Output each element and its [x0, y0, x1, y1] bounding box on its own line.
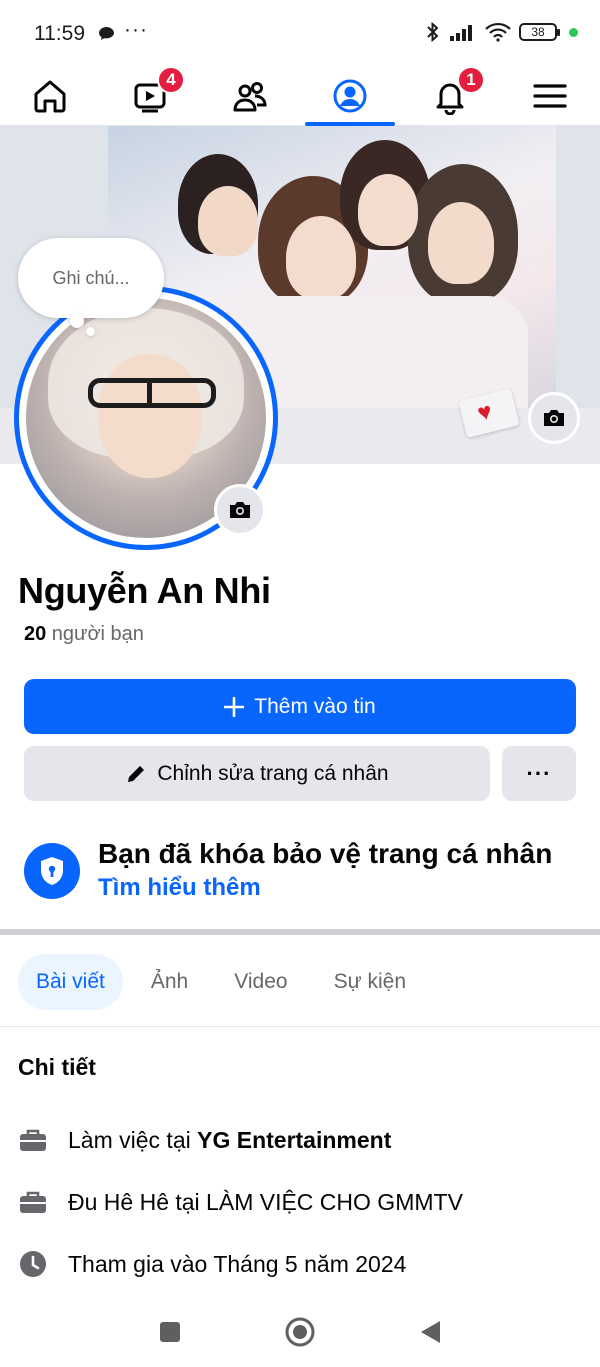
back-button[interactable]	[410, 1312, 450, 1352]
friends-count-number: 20	[24, 623, 47, 645]
note-bubble-tail-small	[86, 327, 95, 336]
detail-work-prefix: Làm việc tại	[68, 1126, 198, 1153]
signal-icon	[450, 25, 472, 41]
wifi-icon	[485, 22, 511, 42]
edit-avatar-button[interactable]	[214, 484, 266, 536]
home-button[interactable]	[280, 1312, 320, 1352]
shield-lock-icon	[24, 843, 80, 899]
notification-badge: 1	[457, 66, 485, 94]
menu-icon	[533, 84, 567, 108]
edit-profile-label: Chỉnh sửa trang cá nhân	[157, 761, 389, 785]
tab-video[interactable]: 4	[105, 66, 195, 126]
profile-tabs: Bài viết Ảnh Video Sự kiện	[18, 954, 424, 1010]
tab-posts[interactable]: Bài viết	[18, 954, 123, 1010]
briefcase-icon	[18, 1187, 48, 1217]
tabs-divider	[0, 1026, 600, 1027]
status-time: 11:59	[34, 22, 85, 45]
learn-more-link[interactable]: Tìm hiểu thêm	[98, 874, 261, 902]
detail-joined: Tham gia vào Tháng 5 năm 2024	[18, 1246, 406, 1282]
tab-photos[interactable]: Ảnh	[133, 954, 206, 1010]
plus-icon	[224, 696, 245, 717]
edit-profile-button[interactable]: Chỉnh sửa trang cá nhân	[24, 746, 490, 801]
details-heading: Chi tiết	[18, 1054, 96, 1080]
tab-home[interactable]	[5, 66, 95, 126]
detail-work-2: Đu Hê Hê tại LÀM VIỆC CHO GMMTV	[18, 1184, 463, 1220]
detail-work-text: Làm việc tại YG Entertainment	[68, 1127, 391, 1154]
detail-work-company: YG Entertainment	[197, 1126, 392, 1153]
tab-notifications[interactable]: 1	[405, 66, 495, 126]
note-bubble-tail	[70, 314, 84, 328]
battery-indicator: 38	[519, 23, 560, 41]
top-navigation: 4 1	[0, 66, 600, 126]
detail-joined-text: Tham gia vào Tháng 5 năm 2024	[68, 1250, 407, 1277]
tab-menu[interactable]	[505, 66, 595, 126]
add-to-story-button[interactable]: Thêm vào tin	[24, 679, 576, 734]
friends-count[interactable]: 20 người bạn	[24, 623, 144, 646]
tab-videos[interactable]: Video	[216, 954, 305, 1010]
status-bar: 11:59 ··· 38	[0, 0, 600, 66]
circle-home-icon	[285, 1317, 315, 1347]
bluetooth-icon	[427, 22, 439, 42]
more-options-button[interactable]: ···	[502, 746, 576, 801]
status-more-dots: ···	[124, 18, 148, 41]
add-to-story-label: Thêm vào tin	[254, 694, 376, 718]
system-navigation-bar	[0, 1298, 600, 1367]
profile-icon	[333, 79, 367, 113]
tab-profile[interactable]	[305, 66, 395, 126]
section-divider	[0, 929, 600, 935]
edit-cover-button[interactable]	[528, 392, 580, 444]
pencil-icon	[128, 765, 145, 782]
note-bubble[interactable]: Ghi chú...	[18, 238, 164, 318]
back-triangle-icon	[421, 1321, 440, 1343]
briefcase-icon	[18, 1125, 48, 1155]
home-icon	[34, 80, 66, 113]
clock-icon	[18, 1249, 48, 1279]
square-icon	[160, 1322, 180, 1342]
camera-icon	[544, 410, 564, 426]
message-icon	[99, 27, 114, 40]
detail-work-2-text: Đu Hê Hê tại LÀM VIỆC CHO GMMTV	[68, 1188, 463, 1215]
video-badge: 4	[157, 66, 185, 94]
recents-button[interactable]	[150, 1312, 190, 1352]
charging-dot	[569, 27, 578, 37]
status-indicators: 38	[425, 22, 578, 42]
profile-locked-title: Bạn đã khóa bảo vệ trang cá nhân	[98, 838, 553, 869]
profile-name: Nguyễn An Nhi	[18, 570, 271, 611]
camera-icon	[230, 502, 250, 518]
tab-friends[interactable]	[205, 66, 295, 126]
friends-icon	[233, 82, 267, 112]
note-placeholder: Ghi chú...	[52, 267, 130, 288]
detail-work: Làm việc tại YG Entertainment	[18, 1122, 391, 1158]
friends-count-label: người bạn	[46, 623, 144, 645]
tab-events[interactable]: Sự kiện	[316, 954, 424, 1010]
